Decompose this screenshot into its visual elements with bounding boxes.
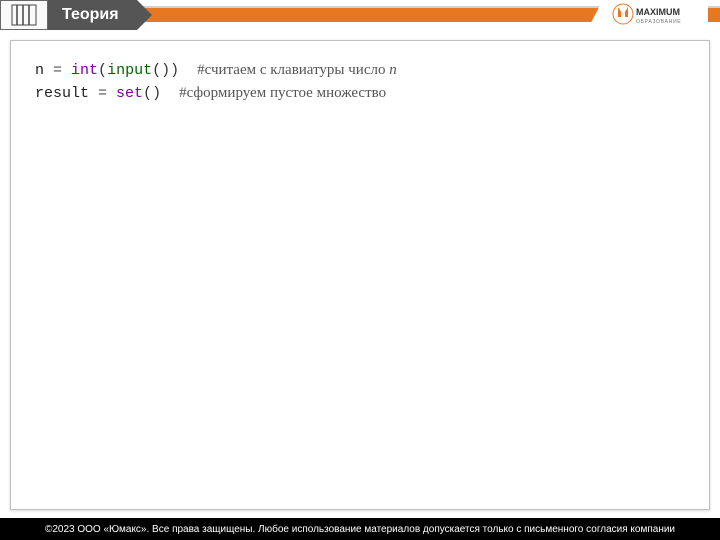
content-panel: n = int(input()) #считаем с клавиатуры ч… bbox=[10, 40, 710, 510]
code-line: n = int(input()) #считаем с клавиатуры ч… bbox=[35, 59, 685, 82]
book-icon bbox=[0, 0, 48, 30]
footer-bar: ©2023 ООО «Юмакс». Все права защищены. Л… bbox=[0, 518, 720, 540]
page-title-text: Теория bbox=[62, 6, 119, 24]
logo-primary-text: MAXIMUM bbox=[636, 7, 680, 17]
page-title: Теория bbox=[48, 0, 137, 30]
title-tab: Теория bbox=[0, 0, 137, 30]
code-block: n = int(input()) #считаем с клавиатуры ч… bbox=[35, 59, 685, 106]
copyright-text: ©2023 ООО «Юмакс». Все права защищены. Л… bbox=[45, 524, 675, 535]
logo-secondary-text: ОБРАЗОВАНИЕ bbox=[636, 19, 681, 25]
brand-logo: MAXIMUM ОБРАЗОВАНИЕ bbox=[586, 0, 708, 32]
code-line: result = set() #сформируем пустое множес… bbox=[35, 82, 685, 105]
header: Теория MAXIMUM ОБРАЗОВАНИЕ bbox=[0, 0, 720, 36]
